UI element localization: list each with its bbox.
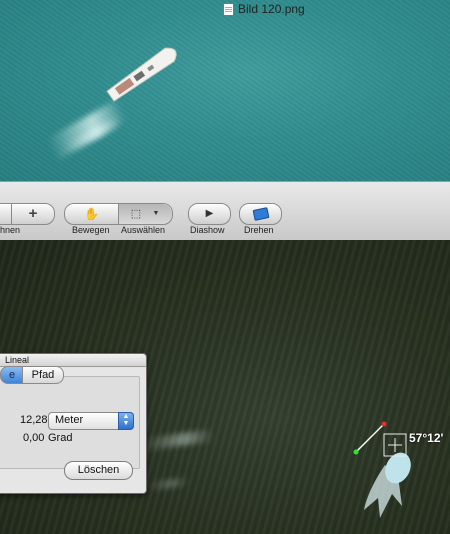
zoom-in-icon[interactable]: +: [12, 204, 54, 224]
unit-select-value: Meter: [55, 414, 84, 426]
rotate-icon: [252, 207, 270, 221]
slideshow-label: Diashow: [190, 225, 225, 235]
ruler-title: Lineal: [5, 355, 30, 365]
unit-select[interactable]: Meter ▲ ▼: [48, 412, 134, 430]
hand-icon[interactable]: ✋: [65, 204, 118, 224]
document-icon: [223, 2, 234, 16]
zoom-segmented-control[interactable]: +: [0, 203, 55, 225]
measure-line[interactable]: [355, 423, 385, 453]
select-arrows-icon: ▲ ▼: [118, 412, 134, 430]
play-icon: ▶: [205, 208, 214, 219]
measure-end-handle[interactable]: [381, 421, 387, 427]
tab-distance[interactable]: e: [0, 366, 24, 384]
angle-unit: Grad: [48, 432, 73, 444]
rotate-label: Drehen: [244, 225, 274, 235]
tool-segmented-control[interactable]: ✋ ⬚ ▼: [64, 203, 173, 225]
angle-value: 0,00: [23, 432, 45, 444]
angle-readout: 57°12': [409, 431, 444, 445]
length-value: 12,28: [20, 414, 48, 426]
delete-button[interactable]: Löschen: [64, 461, 133, 480]
select-label: Auswählen: [121, 225, 166, 235]
move-label: Bewegen: [72, 225, 110, 235]
measure-start-handle[interactable]: [353, 449, 359, 455]
slideshow-button[interactable]: ▶: [188, 203, 231, 225]
boat-graphic: [106, 47, 177, 102]
aerial-image-top: [0, 0, 450, 181]
window-title: Bild 120.png: [223, 2, 305, 16]
rotate-button[interactable]: [239, 203, 282, 225]
zoom-label: hnen: [0, 225, 21, 235]
measure-overlay: [353, 421, 411, 518]
chevron-down-icon[interactable]: ▼: [149, 204, 163, 224]
tab-path[interactable]: Pfad: [22, 366, 64, 384]
window-title-text: Bild 120.png: [238, 2, 305, 16]
selection-icon[interactable]: ⬚: [125, 204, 147, 224]
